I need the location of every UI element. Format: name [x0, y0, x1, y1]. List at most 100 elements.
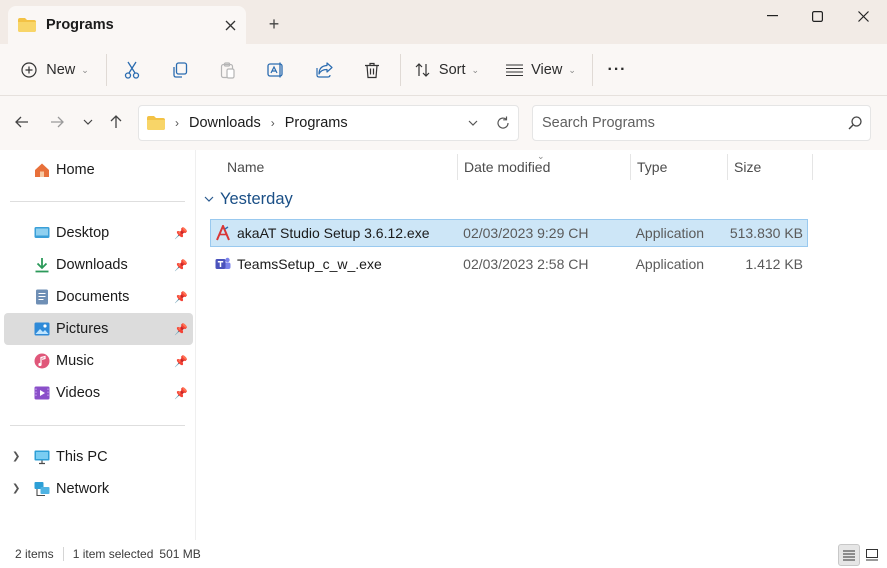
sidebar-item-pictures[interactable]: Pictures 📌 [4, 313, 193, 345]
group-label: Yesterday [220, 190, 293, 208]
cut-button[interactable] [116, 54, 148, 86]
rename-button[interactable] [260, 54, 292, 86]
more-options-button[interactable]: ··· [600, 54, 634, 86]
trash-icon [364, 62, 380, 79]
sidebar-item-label: Home [56, 162, 95, 178]
sidebar-item-documents[interactable]: Documents 📌 [4, 281, 193, 313]
details-view-icon[interactable] [838, 544, 860, 566]
new-button[interactable]: New ⌄ [14, 54, 96, 86]
tab-title: Programs [46, 17, 114, 33]
new-tab-button[interactable]: + [262, 12, 286, 36]
chevron-down-icon: ⌄ [471, 64, 480, 75]
rename-icon [267, 62, 285, 78]
teams-app-icon [215, 256, 231, 272]
column-header-size[interactable]: Size [727, 150, 812, 184]
minimize-icon[interactable] [749, 0, 795, 32]
folder-icon [18, 18, 36, 32]
toolbar-divider [106, 54, 107, 86]
forward-arrow-icon[interactable] [45, 110, 69, 134]
address-dropdown-icon[interactable] [468, 120, 478, 126]
home-icon [34, 162, 50, 178]
status-bar: 2 items 1 item selected 501 MB [0, 540, 887, 568]
breadcrumb-chevron-icon[interactable]: › [175, 116, 179, 130]
folder-icon [147, 116, 165, 130]
share-icon [315, 62, 333, 78]
pin-icon[interactable]: 📌 [171, 387, 191, 400]
file-name: akaAT Studio Setup 3.6.12.exe [237, 225, 430, 241]
pin-icon[interactable]: 📌 [171, 355, 191, 368]
pin-icon[interactable]: 📌 [171, 227, 191, 240]
delete-button[interactable] [356, 54, 388, 86]
paste-icon [220, 61, 236, 79]
sidebar-item-label: Downloads [56, 257, 128, 273]
collapse-chevron-icon [204, 194, 214, 205]
sidebar-item-label: Pictures [56, 321, 109, 337]
group-header-yesterday[interactable]: Yesterday [204, 190, 293, 209]
sort-label: Sort [438, 62, 466, 78]
recent-locations-chevron-icon[interactable] [76, 110, 100, 134]
search-box[interactable] [532, 105, 871, 141]
sidebar-item-network[interactable]: ❯ Network [4, 473, 193, 505]
pin-icon[interactable]: 📌 [171, 323, 191, 336]
sidebar-item-label: Music [56, 353, 94, 369]
breadcrumb-chevron-icon[interactable]: › [271, 116, 275, 130]
sidebar-item-desktop[interactable]: Desktop 📌 [4, 217, 193, 249]
download-icon [34, 257, 50, 273]
sort-button[interactable]: Sort ⌄ [408, 54, 486, 86]
sidebar-item-label: Desktop [56, 225, 110, 241]
address-bar[interactable]: › Downloads › Programs [138, 105, 519, 141]
documents-icon [34, 289, 50, 305]
column-header-name[interactable]: Name [220, 150, 457, 184]
videos-icon [34, 385, 50, 401]
sidebar-item-videos[interactable]: Videos 📌 [4, 377, 193, 409]
expand-chevron-icon[interactable]: ❯ [12, 451, 20, 462]
network-icon [34, 481, 50, 497]
sidebar-item-music[interactable]: Music 📌 [4, 345, 193, 377]
scissors-icon [124, 61, 140, 79]
table-row[interactable]: akaAT Studio Setup 3.6.12.exe 02/03/2023… [210, 219, 808, 247]
status-divider [62, 547, 64, 561]
breadcrumb-downloads[interactable]: Downloads [189, 115, 261, 131]
new-label: New [46, 62, 76, 78]
sidebar-item-label: Videos [56, 385, 101, 401]
title-bar: Programs + [0, 0, 887, 44]
view-label: View [531, 62, 563, 78]
file-type: Application [635, 225, 705, 241]
pin-icon[interactable]: 📌 [171, 259, 191, 272]
navigation-bar: › Downloads › Programs [0, 96, 887, 150]
sort-chevron-icon: ⌄ [537, 151, 545, 161]
breadcrumb-programs[interactable]: Programs [285, 115, 348, 131]
column-header-type[interactable]: Type [630, 150, 727, 184]
sidebar-item-this-pc[interactable]: ❯ This PC [4, 441, 193, 473]
maximize-icon[interactable] [794, 0, 840, 32]
expand-chevron-icon[interactable]: ❯ [12, 483, 20, 494]
item-count: 2 items [15, 547, 54, 561]
sidebar-divider [10, 425, 185, 426]
column-divider[interactable] [812, 154, 813, 180]
close-tab-icon[interactable] [216, 11, 244, 39]
back-arrow-icon[interactable] [10, 110, 34, 134]
paste-button[interactable] [212, 54, 244, 86]
toolbar-divider [592, 54, 593, 86]
pin-icon[interactable]: 📌 [171, 291, 191, 304]
table-row[interactable]: TeamsSetup_c_w_.exe 02/03/2023 2:58 CH A… [210, 250, 808, 278]
search-input[interactable] [542, 115, 840, 131]
selection-size: 501 MB [159, 547, 201, 561]
tiles-view-icon[interactable] [861, 544, 883, 566]
view-button[interactable]: View ⌄ [500, 54, 582, 86]
chevron-down-icon: ⌄ [81, 64, 89, 75]
file-name: TeamsSetup_c_w_.exe [237, 256, 382, 272]
search-icon[interactable] [840, 116, 870, 130]
copy-button[interactable] [164, 54, 196, 86]
sidebar-item-label: This PC [56, 449, 108, 465]
tab-programs[interactable]: Programs [8, 6, 246, 44]
close-window-icon[interactable] [840, 0, 886, 32]
up-arrow-icon[interactable] [104, 110, 128, 134]
sidebar-item-downloads[interactable]: Downloads 📌 [4, 249, 193, 281]
selection-count: 1 item selected [72, 547, 154, 561]
refresh-icon[interactable] [496, 116, 510, 130]
column-header-date[interactable]: Date modified ⌄ [457, 150, 630, 184]
sidebar-item-home[interactable]: Home [4, 154, 193, 186]
navigation-pane: Home Desktop 📌 Downloads 📌 Documents 📌 P… [0, 150, 196, 540]
share-button[interactable] [308, 54, 340, 86]
